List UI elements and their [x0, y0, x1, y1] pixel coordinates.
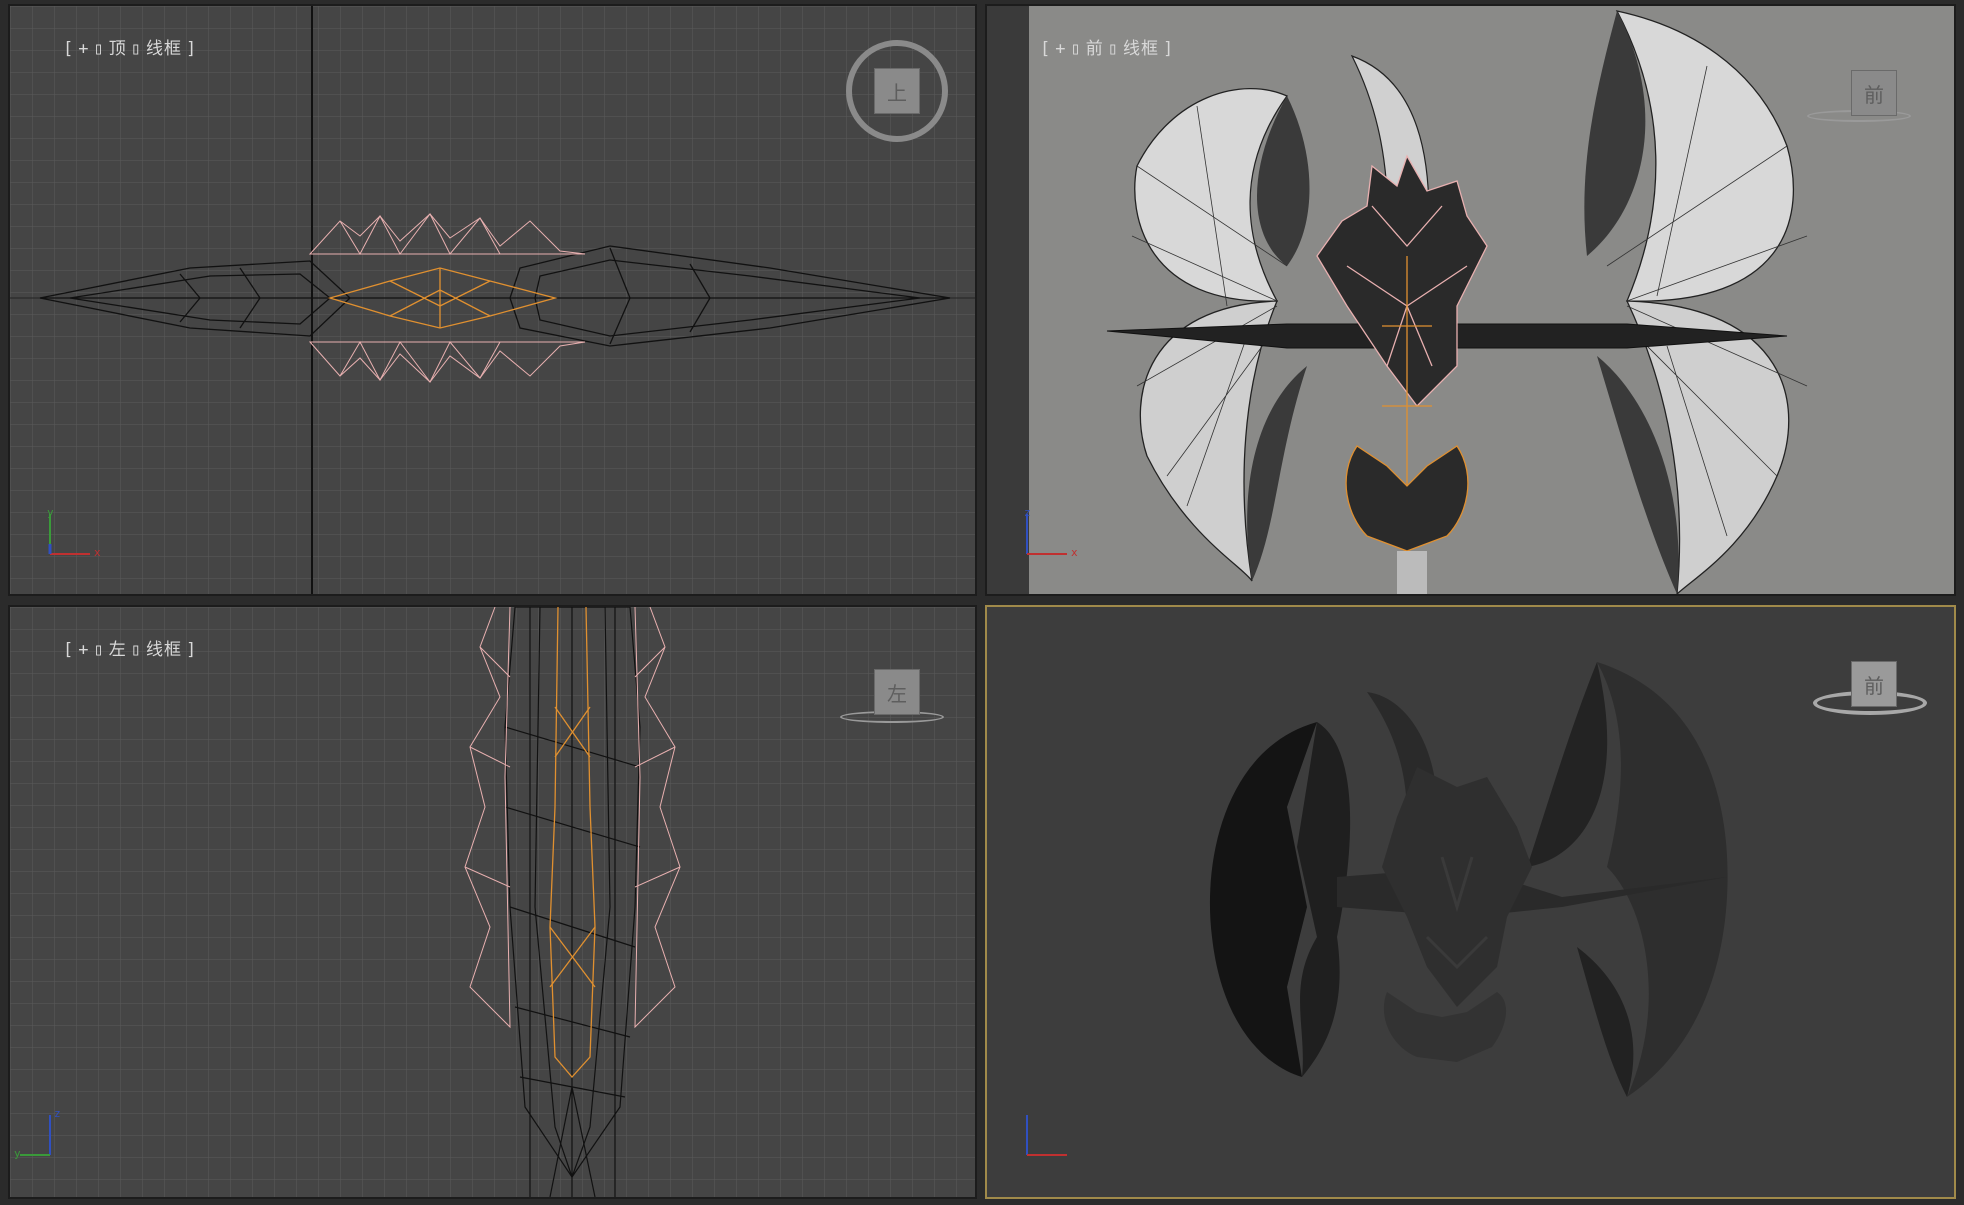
vp-sep: ▯ [130, 39, 142, 59]
vp-sep: ▯ [130, 640, 142, 660]
viewcube-label: 前 [1864, 82, 1884, 107]
viewcube-label: 上 [887, 80, 907, 105]
axis-label-v: z [1024, 506, 1031, 519]
viewport-top[interactable]: [+ ▯ 顶 ▯ 线框] 上 y x [8, 4, 977, 596]
viewport-front[interactable]: [+ ▯ 前 ▯ 线框] 前 z x [985, 4, 1956, 596]
front-render [987, 6, 1954, 594]
perspective-render [987, 607, 1954, 1197]
axis-label-h: x [1071, 546, 1078, 559]
vp-sep: ▯ [93, 640, 105, 660]
vp-view-name[interactable]: 左 [109, 640, 127, 660]
vp-sep: ▯ [1070, 39, 1082, 59]
top-grid [10, 6, 975, 594]
vp-bracket-close: ] [185, 39, 198, 59]
viewcube-label: 前 [1864, 673, 1884, 698]
vp-plus-menu[interactable]: + [78, 640, 89, 660]
axis-label-h: y [14, 1147, 21, 1160]
viewcube-label: 左 [887, 681, 907, 706]
vp-shading-mode[interactable]: 线框 [146, 640, 182, 660]
viewcube[interactable]: 左 [874, 669, 920, 715]
axis-label-v: z [54, 1107, 61, 1120]
vp-bracket-open: [ [1039, 39, 1052, 59]
vp-bracket-close: ] [1162, 39, 1175, 59]
vp-shading-mode[interactable]: 线框 [146, 39, 182, 59]
viewcube[interactable]: 上 [874, 68, 920, 114]
viewport-perspective[interactable]: 前 [985, 605, 1956, 1199]
viewcube[interactable]: 前 [1851, 661, 1897, 707]
left-grid [10, 607, 975, 1197]
vp-sep: ▯ [1107, 39, 1119, 59]
vp-bracket-close: ] [185, 640, 198, 660]
viewport-left-label[interactable]: [+ ▯ 左 ▯ 线框] [18, 615, 201, 680]
vp-view-name[interactable]: 前 [1086, 39, 1104, 59]
viewport-left[interactable]: [+ ▯ 左 ▯ 线框] 左 z y [8, 605, 977, 1199]
vp-bracket-open: [ [62, 640, 75, 660]
viewcube[interactable]: 前 [1851, 70, 1897, 116]
axis-label-v: y [47, 506, 54, 519]
viewport-top-label[interactable]: [+ ▯ 顶 ▯ 线框] [18, 14, 201, 79]
vp-shading-mode[interactable]: 线框 [1123, 39, 1159, 59]
vp-plus-menu[interactable]: + [1055, 39, 1066, 59]
viewport-front-label[interactable]: [+ ▯ 前 ▯ 线框] [995, 14, 1178, 79]
axis-label-h: x [94, 546, 101, 559]
vp-sep: ▯ [93, 39, 105, 59]
vp-view-name[interactable]: 顶 [109, 39, 127, 59]
vp-bracket-open: [ [62, 39, 75, 59]
vp-plus-menu[interactable]: + [78, 39, 89, 59]
